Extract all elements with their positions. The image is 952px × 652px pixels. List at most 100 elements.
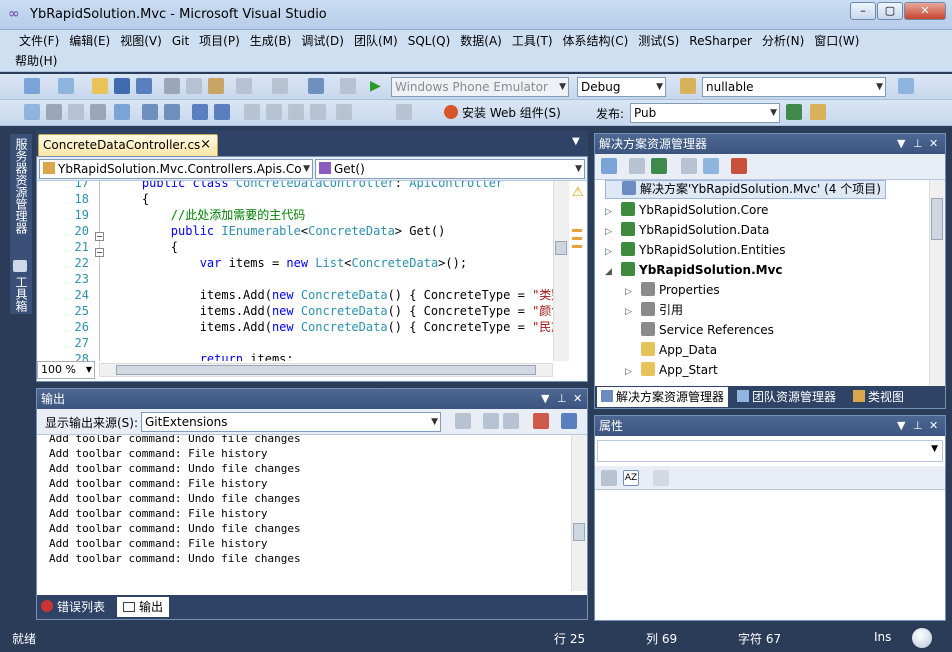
class-view-tab[interactable]: 类视图 <box>853 387 904 407</box>
outdent-icon[interactable] <box>164 104 180 120</box>
expand-arrow-icon[interactable]: ▷ <box>625 302 635 322</box>
tab-order-icon[interactable] <box>68 104 84 120</box>
server-explorer-tab[interactable]: 服务器资源管理器 <box>13 138 30 234</box>
toolbox-tab[interactable]: 工具箱 <box>13 276 30 312</box>
clear-bookmarks-icon[interactable] <box>336 104 352 120</box>
git-icon[interactable] <box>731 158 747 174</box>
menu-item[interactable]: 分析(N) <box>757 31 809 51</box>
code-area[interactable]: 17 public class ConcreteDataController: … <box>37 181 553 361</box>
tree-item[interactable]: ▷ 引用 <box>625 300 683 320</box>
expand-arrow-icon[interactable]: ▷ <box>605 242 615 262</box>
publish-profile-select[interactable]: Pub ▼ <box>630 103 780 123</box>
next-message-icon[interactable] <box>503 413 519 429</box>
tree-item[interactable]: ▷ YbRapidSolution.Entities <box>605 240 786 260</box>
close-button[interactable]: ✕ <box>904 2 946 20</box>
menu-item[interactable]: SQL(Q) <box>403 31 456 51</box>
view-code-icon[interactable] <box>681 158 697 174</box>
navigate-back-icon[interactable] <box>308 78 324 94</box>
indent-icon[interactable] <box>142 104 158 120</box>
target-emulator-select[interactable]: Windows Phone Emulator ▼ <box>391 77 569 97</box>
editor-vertical-scrollbar[interactable] <box>553 181 569 361</box>
tab-dropdown-icon[interactable]: ▼ <box>572 136 580 147</box>
menu-item[interactable]: 窗口(W) <box>809 31 864 51</box>
tree-item[interactable]: 解决方案'YbRapidSolution.Mvc' (4 个项目) <box>605 180 886 199</box>
object-select[interactable]: ▼ <box>597 440 943 462</box>
output-tab[interactable]: 输出 <box>117 597 170 617</box>
menu-item[interactable]: 调试(D) <box>296 31 349 51</box>
new-project-icon[interactable] <box>24 78 40 94</box>
tree-item[interactable]: ▷ Properties <box>625 280 720 300</box>
pin-icon[interactable]: ⊥ <box>913 416 923 436</box>
tree-item[interactable]: ▷ YbRapidSolution.Core <box>605 200 768 220</box>
tree-item[interactable]: ▷ YbRapidSolution.Data <box>605 220 769 240</box>
publish-web-icon[interactable] <box>786 104 802 120</box>
prev-message-icon[interactable] <box>483 413 499 429</box>
align-icon[interactable] <box>46 104 62 120</box>
panel-dropdown-icon[interactable]: ▼ <box>897 134 905 154</box>
solution-scroll-thumb[interactable] <box>931 198 943 240</box>
error-list-tab[interactable]: 错误列表 <box>41 597 105 617</box>
expand-arrow-icon[interactable]: ▷ <box>605 222 615 242</box>
menu-item[interactable]: 团队(M) <box>349 31 403 51</box>
output-scroll-thumb[interactable] <box>573 523 585 541</box>
next-bookmark-icon[interactable] <box>288 104 304 120</box>
panel-dropdown-icon[interactable]: ▼ <box>541 389 549 409</box>
solution-explorer-tab[interactable]: 解决方案资源管理器 <box>597 387 729 407</box>
tree-item[interactable]: Service References <box>625 320 774 340</box>
find-combo[interactable]: nullable ▼ <box>702 77 886 97</box>
zoom-select[interactable]: 100 % ▼ <box>37 361 95 379</box>
output-text-area[interactable]: Add toolbar command: Undo file changes Ad… <box>37 435 571 591</box>
solution-vertical-scrollbar[interactable] <box>929 180 945 386</box>
editor-horizontal-scrollbar[interactable] <box>99 363 553 377</box>
horizontal-scroll-thumb[interactable] <box>116 365 536 375</box>
show-all-files-icon[interactable] <box>629 158 645 174</box>
bookmark-folder-icon[interactable] <box>310 104 326 120</box>
expand-arrow-icon[interactable]: ▷ <box>625 362 635 382</box>
cut-icon[interactable] <box>164 78 180 94</box>
property-pages-icon[interactable] <box>653 470 669 486</box>
expand-arrow-icon[interactable]: ▷ <box>605 202 615 222</box>
type-navigation-select[interactable]: YbRapidSolution.Mvc.Controllers.Apis.Co ▼ <box>39 159 313 179</box>
undo-icon[interactable] <box>236 78 252 94</box>
install-web-button[interactable]: 安装 Web 组件(S) <box>444 104 561 122</box>
comment-icon[interactable] <box>114 104 130 120</box>
menu-item[interactable]: 测试(S) <box>633 31 684 51</box>
menu-item[interactable]: 生成(B) <box>245 31 297 51</box>
uncomment-lines-icon[interactable] <box>214 104 230 120</box>
pin-icon[interactable]: ⊥ <box>913 134 923 154</box>
editor-tab-active[interactable]: ConcreteDataController.cs × <box>38 134 218 156</box>
output-source-select[interactable]: GitExtensions ▼ <box>141 412 441 432</box>
menu-item[interactable]: 工具(T) <box>507 31 558 51</box>
navigate-forward-icon[interactable] <box>340 78 356 94</box>
menu-item[interactable]: 文件(F) <box>14 31 64 51</box>
comment-lines-icon[interactable] <box>192 104 208 120</box>
bookmark-icon[interactable] <box>244 104 260 120</box>
find-symbol-icon[interactable] <box>396 104 412 120</box>
menu-item[interactable]: 视图(V) <box>115 31 167 51</box>
close-panel-icon[interactable]: ✕ <box>573 389 582 409</box>
member-navigation-select[interactable]: Get() ▼ <box>315 159 585 179</box>
scroll-thumb[interactable] <box>555 241 567 255</box>
menu-item[interactable]: Git <box>167 31 194 51</box>
prev-bookmark-icon[interactable] <box>266 104 282 120</box>
save-icon[interactable] <box>114 78 130 94</box>
alphabetical-icon[interactable]: AZ <box>623 470 639 486</box>
toolbar-options-icon[interactable] <box>898 78 914 94</box>
find-message-icon[interactable] <box>455 413 471 429</box>
close-tab-icon[interactable]: × <box>200 135 211 155</box>
minimize-button[interactable]: – <box>850 2 876 20</box>
output-vertical-scrollbar[interactable] <box>571 435 587 591</box>
menu-item[interactable]: ReSharper <box>684 31 757 51</box>
collapse-toggle[interactable]: − <box>95 232 104 241</box>
menu-item[interactable]: 体系结构(C) <box>558 31 634 51</box>
redo-icon[interactable] <box>272 78 288 94</box>
copy-icon[interactable] <box>186 78 202 94</box>
solution-config-select[interactable]: Debug ▼ <box>577 77 666 97</box>
tree-item[interactable]: App_Data <box>625 340 717 360</box>
paste-icon[interactable] <box>208 78 224 94</box>
menu-item[interactable]: 项目(P) <box>194 31 245 51</box>
properties-icon[interactable] <box>24 104 40 120</box>
categorized-icon[interactable] <box>601 470 617 486</box>
pin-icon[interactable]: ⊥ <box>557 389 567 409</box>
edit-publish-icon[interactable] <box>810 104 826 120</box>
